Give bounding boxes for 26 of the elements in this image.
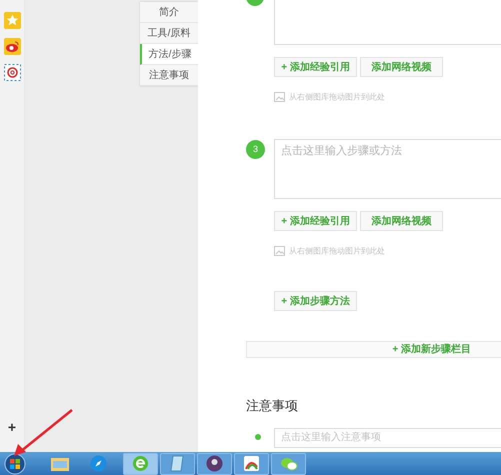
add-step-option-button[interactable]: 添加网络视频: [360, 57, 443, 77]
add-step-button[interactable]: + 添加步骤方法: [274, 291, 357, 311]
browser-e-icon[interactable]: [132, 455, 149, 472]
notepad-icon[interactable]: [170, 455, 186, 472]
step-input-field[interactable]: [274, 0, 501, 45]
image-drop-hint: 从右侧图库拖动图片到此处: [289, 246, 385, 257]
nav-item[interactable]: 方法/步骤: [140, 44, 198, 65]
start-orb-icon[interactable]: [4, 452, 26, 474]
add-step-option-button[interactable]: + 添加经验引用: [274, 57, 357, 77]
image-drop-hint: 从右侧图库拖动图片到此处: [289, 92, 385, 103]
compass-icon[interactable]: [90, 455, 107, 472]
chat-bubbles-icon[interactable]: [280, 456, 298, 472]
eye-icon[interactable]: [4, 38, 20, 55]
folder-icon[interactable]: [50, 456, 70, 472]
rainbow-icon[interactable]: [243, 455, 260, 472]
step-number-badge: 3: [246, 140, 265, 159]
add-section-button[interactable]: + 添加新步骤栏目: [246, 341, 501, 358]
add-label[interactable]: +: [8, 417, 16, 438]
note-input-field[interactable]: 点击这里输入注意事项: [274, 428, 501, 448]
avatar-icon[interactable]: [206, 455, 223, 472]
notes-heading: 注意事项: [246, 397, 299, 415]
step-input-field[interactable]: 点击这里输入步骤或方法: [274, 139, 501, 199]
image-icon: [274, 92, 285, 102]
image-icon: [274, 246, 285, 256]
add-step-option-button[interactable]: + 添加经验引用: [274, 211, 357, 231]
add-step-option-button[interactable]: 添加网络视频: [360, 211, 443, 231]
